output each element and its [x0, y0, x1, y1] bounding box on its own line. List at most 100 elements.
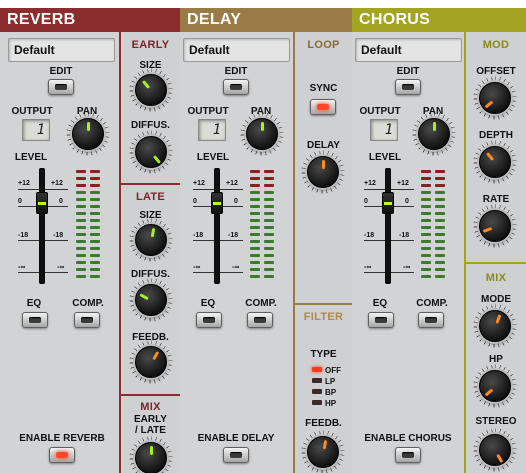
meter-segment [90, 233, 100, 236]
reverb-late-size-knob[interactable] [135, 224, 167, 256]
meter-segment [435, 219, 445, 222]
reverb-late-diffus-knob[interactable] [135, 284, 167, 316]
reverb-enable-button[interactable] [49, 447, 75, 463]
delay-edit-label: EDIT [224, 66, 248, 77]
meter-segment [76, 219, 86, 222]
reverb-late-feedb-knob[interactable] [135, 346, 167, 378]
delay-enable-button[interactable] [223, 447, 249, 463]
delay-level-fader[interactable] [211, 192, 223, 214]
delay-output-display[interactable]: 1 [198, 119, 226, 141]
meter-segment [421, 261, 431, 264]
meter-segment [421, 240, 431, 243]
meter-segment [90, 247, 100, 250]
delay-filter-title: FILTER [303, 311, 344, 323]
reverb-early-title: EARLY [131, 39, 170, 51]
reverb-edit-button[interactable] [48, 79, 74, 95]
delay-eq-button[interactable] [196, 312, 222, 328]
meter-segment [435, 261, 445, 264]
meter-segment [264, 191, 274, 194]
meter-segment [90, 268, 100, 271]
filter-lp-label: LP [325, 377, 336, 386]
scale-minus18: -18 [18, 232, 29, 239]
delay-edit-button[interactable] [223, 79, 249, 95]
delay-sync-button[interactable] [310, 99, 336, 115]
meter-segment [435, 170, 445, 173]
meter-segment [90, 191, 100, 194]
led-indicator [55, 84, 67, 90]
meter-segment [90, 219, 100, 222]
meter-segment [250, 226, 260, 229]
meter-segment [435, 184, 445, 187]
scale-plus12: +12 [51, 180, 63, 187]
reverb-early-late-knob[interactable] [135, 442, 167, 473]
scale-minus-inf: -∞ [193, 264, 201, 271]
reverb-early-size-knob[interactable] [135, 74, 167, 106]
chorus-edit-button[interactable] [395, 79, 421, 95]
led-indicator [29, 317, 41, 323]
scale-zero: 0 [234, 198, 238, 205]
filter-hp-led[interactable] [312, 400, 322, 405]
filter-off-label: OFF [325, 366, 341, 375]
scale-minus-inf: -∞ [18, 264, 26, 271]
reverb-comp-label: COMP. [72, 298, 104, 309]
meter-segment [421, 177, 431, 180]
reverb-level-fader[interactable] [36, 192, 48, 214]
chorus-hp-knob[interactable] [479, 370, 511, 402]
meter-segment [264, 198, 274, 201]
meter-segment [76, 275, 86, 278]
chorus-offset-knob[interactable] [479, 82, 511, 114]
chorus-preset-selector[interactable]: Default [355, 38, 462, 62]
meter-segment [421, 205, 431, 208]
reverb-early-diffus-knob[interactable] [135, 136, 167, 168]
chorus-comp-button[interactable] [418, 312, 444, 328]
meter-segment [76, 205, 86, 208]
chorus-eq-button[interactable] [368, 312, 394, 328]
delay-comp-button[interactable] [247, 312, 273, 328]
reverb-pan-knob[interactable] [72, 118, 104, 150]
delay-comp-label: COMP. [245, 298, 277, 309]
reverb-comp-button[interactable] [74, 312, 100, 328]
delay-time-knob[interactable] [307, 156, 339, 188]
meter-segment [421, 247, 431, 250]
scale-zero: 0 [18, 198, 22, 205]
delay-preset-selector[interactable]: Default [183, 38, 290, 62]
delay-output-label: OUTPUT [187, 106, 229, 117]
delay-filter-feedb-label: FEEDB. [305, 418, 342, 429]
scale-plus12: +12 [193, 180, 205, 187]
meter-segment [250, 198, 260, 201]
meter-segment [90, 240, 100, 243]
chorus-depth-knob[interactable] [479, 146, 511, 178]
chorus-level-fader[interactable] [382, 192, 394, 214]
chorus-stereo-knob[interactable] [479, 434, 511, 466]
led-indicator [56, 452, 68, 458]
meter-segment [435, 226, 445, 229]
chorus-mode-knob[interactable] [479, 310, 511, 342]
delay-pan-knob[interactable] [246, 118, 278, 150]
meter-segment [435, 177, 445, 180]
meter-segment [250, 275, 260, 278]
reverb-mix-title: MIX [140, 401, 161, 413]
delay-eq-label: EQ [200, 298, 216, 309]
chorus-rate-knob[interactable] [479, 210, 511, 242]
chorus-output-display[interactable]: 1 [370, 119, 398, 141]
filter-lp-led[interactable] [312, 378, 322, 383]
chorus-enable-button[interactable] [395, 447, 421, 463]
reverb-level-label: LEVEL [14, 152, 48, 163]
delay-sync-label: SYNC [309, 83, 338, 94]
meter-segment [264, 184, 274, 187]
scale-plus12: +12 [364, 180, 376, 187]
delay-filter-feedb-knob[interactable] [307, 436, 339, 468]
scale-minus-inf: -∞ [403, 264, 411, 271]
chorus-title: CHORUS [352, 8, 526, 32]
reverb-eq-button[interactable] [22, 312, 48, 328]
meter-segment [264, 254, 274, 257]
chorus-pan-knob[interactable] [418, 118, 450, 150]
filter-off-led[interactable] [312, 367, 322, 372]
reverb-preset-selector[interactable]: Default [8, 38, 115, 62]
meter-segment [421, 254, 431, 257]
meter-segment [250, 205, 260, 208]
chorus-level-meter [421, 170, 447, 280]
filter-bp-led[interactable] [312, 389, 322, 394]
meter-segment [264, 268, 274, 271]
reverb-output-display[interactable]: 1 [22, 119, 50, 141]
